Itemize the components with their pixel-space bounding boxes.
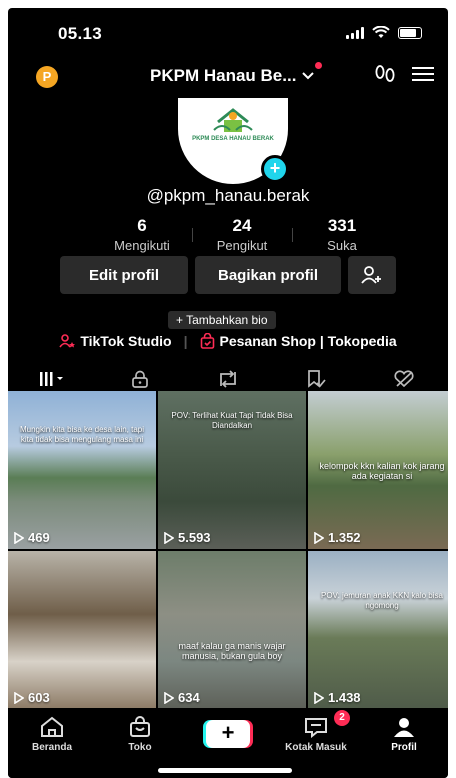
shop-orders-link[interactable]: Pesanan Shop | Tokopedia xyxy=(200,333,397,349)
lock-icon xyxy=(132,370,148,388)
header-actions xyxy=(374,64,434,84)
profile-actions: Edit profil Bagikan profil xyxy=(60,256,396,294)
home-indicator xyxy=(158,768,292,773)
avatar-caption: PKPM DESA HANAU BERAK xyxy=(192,136,274,142)
video-thumbnail[interactable]: POV: Terlihat Kuat Tapi Tidak Bisa Diand… xyxy=(158,391,306,549)
stat-value: 24 xyxy=(232,216,252,235)
view-count-value: 634 xyxy=(178,690,200,705)
view-count-value: 1.352 xyxy=(328,530,361,545)
video-thumbnail[interactable]: kelompok kkn kalian kok jarang ada kegia… xyxy=(308,391,448,549)
view-count: 1.352 xyxy=(314,530,361,545)
tab-liked[interactable] xyxy=(360,364,448,394)
video-caption: POV: Terlihat Kuat Tapi Tidak Bisa Diand… xyxy=(171,411,293,430)
stat-following[interactable]: 6 Mengikuti xyxy=(92,216,192,253)
stat-label: Suka xyxy=(327,238,357,253)
video-grid: Mungkin kita bisa ke desa lain, tapi kit… xyxy=(8,391,448,709)
video-caption: Mungkin kita bisa ke desa lain, tapi kit… xyxy=(19,425,145,444)
video-thumbnail[interactable]: Mungkin kita bisa ke desa lain, tapi kit… xyxy=(8,391,156,549)
notification-dot xyxy=(315,62,323,69)
tiktok-studio-link[interactable]: TikTok Studio xyxy=(59,333,172,349)
bookmark-icon xyxy=(308,370,326,388)
profile-icon xyxy=(394,718,414,737)
stat-label: Mengikuti xyxy=(114,238,170,253)
play-icon xyxy=(14,691,24,704)
signal-icon xyxy=(346,26,364,39)
video-caption: maaf kalau ga manis wajar manusia, bukan… xyxy=(178,641,286,661)
view-count: 634 xyxy=(164,690,200,705)
profile-links: TikTok Studio | Pesanan Shop | Tokopedia xyxy=(8,333,448,349)
play-icon xyxy=(164,531,174,544)
video-caption: POV: jemuran anak KKN kalo bisa ngomong xyxy=(321,591,443,610)
create-button[interactable]: + xyxy=(206,720,250,748)
phone-screen: 05.13 P PKPM Hanau Be... PKPM DESA HANAU… xyxy=(8,8,448,778)
footprint-icon[interactable] xyxy=(374,64,396,84)
view-count: 5.593 xyxy=(164,530,211,545)
tiktok-studio-label: TikTok Studio xyxy=(80,333,172,349)
nav-inbox-label: Kotak Masuk xyxy=(285,742,347,753)
account-name: PKPM Hanau Be... xyxy=(150,66,297,85)
heart-icon xyxy=(394,370,414,388)
view-count-value: 469 xyxy=(28,530,50,545)
video-thumbnail[interactable]: POV: jemuran anak KKN kalo bisa ngomong … xyxy=(308,551,448,709)
add-person-icon xyxy=(361,266,381,284)
nav-profile[interactable]: Profil xyxy=(360,708,448,778)
wifi-icon xyxy=(372,26,390,38)
home-icon xyxy=(41,716,63,737)
menu-icon[interactable] xyxy=(412,66,434,82)
shop-icon xyxy=(130,716,150,737)
view-count: 469 xyxy=(14,530,50,545)
tab-videos[interactable] xyxy=(8,364,96,394)
status-icons xyxy=(346,26,422,39)
video-thumbnail[interactable]: 603 xyxy=(8,551,156,709)
nav-shop-label: Toko xyxy=(128,742,152,753)
profile-handle: @pkpm_hanau.berak xyxy=(146,186,310,205)
play-icon xyxy=(14,531,24,544)
stat-value: 6 xyxy=(137,216,147,235)
nav-home-label: Beranda xyxy=(31,742,72,753)
view-count-value: 603 xyxy=(28,690,50,705)
stat-followers[interactable]: 24 Pengikut xyxy=(192,216,292,253)
nav-profile-label: Profil xyxy=(391,742,417,753)
play-icon xyxy=(314,531,324,544)
stat-likes[interactable]: 331 Suka xyxy=(292,216,392,253)
link-separator: | xyxy=(183,333,188,349)
battery-icon xyxy=(398,26,422,39)
profile-stats: 6 Mengikuti 24 Pengikut 331 Suka xyxy=(92,216,392,253)
play-icon xyxy=(314,691,324,704)
inbox-badge: 2 xyxy=(334,710,350,726)
shop-orders-label: Pesanan Shop | Tokopedia xyxy=(219,333,397,349)
tab-saved[interactable] xyxy=(272,364,360,394)
tab-private[interactable] xyxy=(96,364,184,394)
shopping-bag-icon xyxy=(200,333,214,349)
repost-icon xyxy=(220,370,236,388)
view-count: 1.438 xyxy=(314,690,361,705)
grid-icon xyxy=(40,372,63,386)
stat-value: 331 xyxy=(327,216,357,235)
tab-reposts[interactable] xyxy=(184,364,272,394)
video-caption: kelompok kkn kalian kok jarang ada kegia… xyxy=(319,461,445,481)
view-count: 603 xyxy=(14,690,50,705)
status-bar: 05.13 xyxy=(8,8,448,52)
add-bio-button[interactable]: + Tambahkan bio xyxy=(168,311,276,329)
stat-label: Pengikut xyxy=(216,238,268,253)
edit-profile-button[interactable]: Edit profil xyxy=(60,256,188,294)
organization-logo xyxy=(213,108,253,132)
view-count-value: 5.593 xyxy=(178,530,211,545)
studio-person-icon xyxy=(59,334,76,348)
share-profile-button[interactable]: Bagikan profil xyxy=(195,256,341,294)
nav-home[interactable]: Beranda xyxy=(8,708,96,778)
add-avatar-button[interactable]: + xyxy=(261,155,289,183)
status-time: 05.13 xyxy=(58,24,103,43)
coin-icon[interactable]: P xyxy=(36,66,58,88)
content-tabs xyxy=(8,364,448,394)
add-friend-button[interactable] xyxy=(348,256,396,294)
inbox-icon xyxy=(305,718,327,738)
play-icon xyxy=(164,691,174,704)
view-count-value: 1.438 xyxy=(328,690,361,705)
video-thumbnail[interactable]: maaf kalau ga manis wajar manusia, bukan… xyxy=(158,551,306,709)
account-switcher[interactable]: PKPM Hanau Be... xyxy=(150,62,323,86)
chevron-down-icon xyxy=(302,72,315,80)
